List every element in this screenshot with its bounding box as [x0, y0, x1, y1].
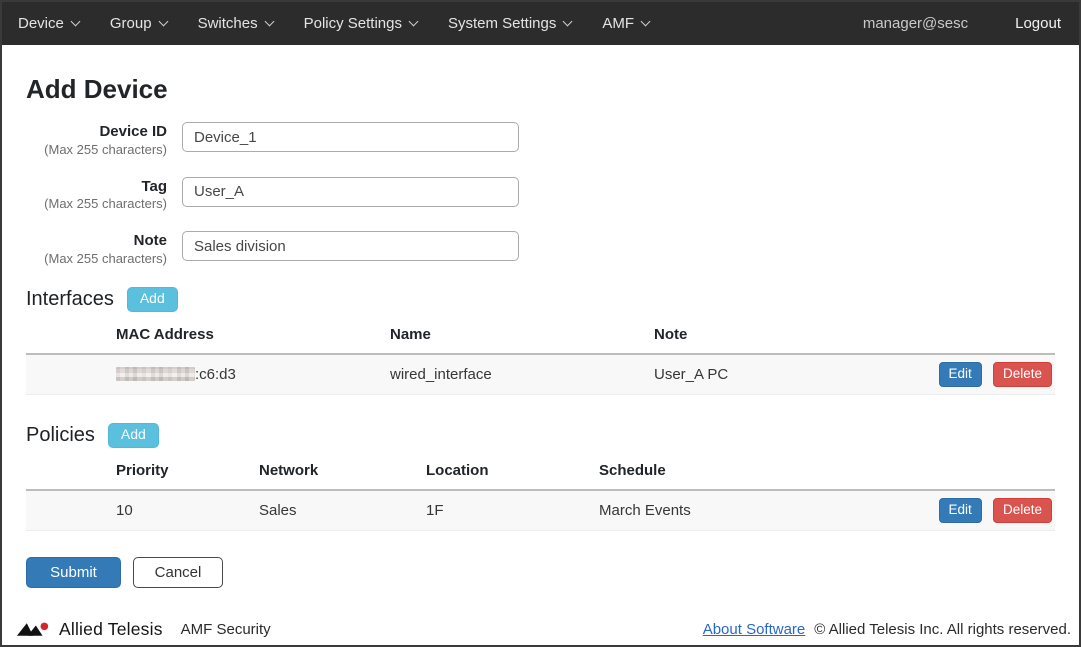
mac-address-cell: :c6:d3 [116, 354, 390, 395]
policy-network-cell: Sales [259, 490, 426, 531]
policies-title: Policies [26, 424, 95, 447]
col-name: Name [390, 320, 654, 354]
device-id-label: Device ID [26, 123, 167, 142]
delete-policy-button[interactable]: Delete [993, 498, 1052, 523]
interfaces-table: MAC Address Name Note :c6:d3 wired_inter… [26, 320, 1055, 395]
spacer-cell [26, 490, 116, 531]
nav-item-policy-settings[interactable]: Policy Settings [304, 15, 417, 32]
nav-item-label: AMF [602, 15, 634, 32]
chevron-down-icon [563, 17, 573, 27]
interfaces-header-row: MAC Address Name Note [26, 320, 1055, 354]
tag-label: Tag [26, 178, 167, 197]
nav-item-group[interactable]: Group [110, 15, 167, 32]
nav-item-label: Group [110, 15, 152, 32]
spacer-cell [26, 456, 116, 490]
policies-table: Priority Network Location Schedule 10 Sa… [26, 456, 1055, 531]
form-actions: Submit Cancel [26, 557, 1055, 588]
policy-actions-cell: Edit Delete [935, 490, 1055, 531]
tag-field[interactable] [182, 177, 519, 207]
form-row-device-id: Device ID (Max 255 characters) [26, 122, 1055, 159]
logout-link[interactable]: Logout [1015, 15, 1061, 32]
col-note: Note [654, 320, 935, 354]
about-software-link[interactable]: About Software [703, 621, 806, 638]
nav-item-system-settings[interactable]: System Settings [448, 15, 571, 32]
nav-menu: Device Group Switches Policy Settings Sy… [18, 15, 649, 32]
redacted-mac-blur [116, 367, 195, 381]
add-interface-button[interactable]: Add [127, 287, 178, 312]
nav-item-label: System Settings [448, 15, 556, 32]
interface-row: :c6:d3 wired_interface User_A PC Edit De… [26, 354, 1055, 395]
field-label: Device ID (Max 255 characters) [26, 122, 167, 159]
delete-interface-button[interactable]: Delete [993, 362, 1052, 387]
policies-section-header: Policies Add [26, 423, 1055, 448]
add-policy-button[interactable]: Add [108, 423, 159, 448]
device-id-hint: (Max 255 characters) [26, 142, 167, 159]
chevron-down-icon [641, 17, 651, 27]
chevron-down-icon [158, 17, 168, 27]
edit-interface-button[interactable]: Edit [939, 362, 982, 387]
col-schedule: Schedule [599, 456, 935, 490]
nav-item-label: Switches [198, 15, 258, 32]
app-window: Device Group Switches Policy Settings Sy… [0, 0, 1081, 647]
logged-in-user: manager@sesc [863, 15, 968, 32]
nav-item-switches[interactable]: Switches [198, 15, 273, 32]
footer: Allied Telesis AMF Security About Softwa… [2, 615, 1079, 643]
col-actions [935, 456, 1055, 490]
nav-item-label: Device [18, 15, 64, 32]
product-name: AMF Security [181, 621, 271, 638]
spacer-cell [26, 354, 116, 395]
tag-hint: (Max 255 characters) [26, 196, 167, 213]
interface-actions-cell: Edit Delete [935, 354, 1055, 395]
interface-name-cell: wired_interface [390, 354, 654, 395]
note-field[interactable] [182, 231, 519, 261]
nav-item-label: Policy Settings [304, 15, 402, 32]
interface-note-cell: User_A PC [654, 354, 935, 395]
col-actions [935, 320, 1055, 354]
interfaces-section-header: Interfaces Add [26, 287, 1055, 312]
policy-schedule-cell: March Events [599, 490, 935, 531]
spacer-cell [26, 320, 116, 354]
field-label: Tag (Max 255 characters) [26, 177, 167, 214]
edit-policy-button[interactable]: Edit [939, 498, 982, 523]
device-id-field[interactable] [182, 122, 519, 152]
note-label: Note [26, 232, 167, 251]
interfaces-title: Interfaces [26, 288, 114, 311]
page-title: Add Device [26, 74, 1055, 105]
main-content: Add Device Device ID (Max 255 characters… [2, 45, 1079, 615]
form-row-tag: Tag (Max 255 characters) [26, 177, 1055, 214]
col-priority: Priority [116, 456, 259, 490]
nav-item-amf[interactable]: AMF [602, 15, 649, 32]
submit-button[interactable]: Submit [26, 557, 121, 588]
nav-right: manager@sesc Logout [863, 15, 1061, 32]
chevron-down-icon [409, 17, 419, 27]
col-location: Location [426, 456, 599, 490]
cancel-button[interactable]: Cancel [133, 557, 223, 588]
col-network: Network [259, 456, 426, 490]
policy-row: 10 Sales 1F March Events Edit Delete [26, 490, 1055, 531]
chevron-down-icon [70, 17, 80, 27]
footer-right: About Software © Allied Telesis Inc. All… [703, 621, 1071, 638]
brand: Allied Telesis AMF Security [16, 619, 271, 640]
copyright-text: © Allied Telesis Inc. All rights reserve… [814, 621, 1071, 638]
chevron-down-icon [264, 17, 274, 27]
brand-name: Allied Telesis [59, 619, 163, 640]
policies-header-row: Priority Network Location Schedule [26, 456, 1055, 490]
note-hint: (Max 255 characters) [26, 251, 167, 268]
nav-item-device[interactable]: Device [18, 15, 79, 32]
mac-suffix: :c6:d3 [195, 366, 236, 383]
top-navbar: Device Group Switches Policy Settings Sy… [2, 2, 1079, 45]
policy-priority-cell: 10 [116, 490, 259, 531]
form-row-note: Note (Max 255 characters) [26, 231, 1055, 268]
policy-location-cell: 1F [426, 490, 599, 531]
col-mac-address: MAC Address [116, 320, 390, 354]
field-label: Note (Max 255 characters) [26, 231, 167, 268]
allied-telesis-logo-icon [16, 620, 52, 639]
